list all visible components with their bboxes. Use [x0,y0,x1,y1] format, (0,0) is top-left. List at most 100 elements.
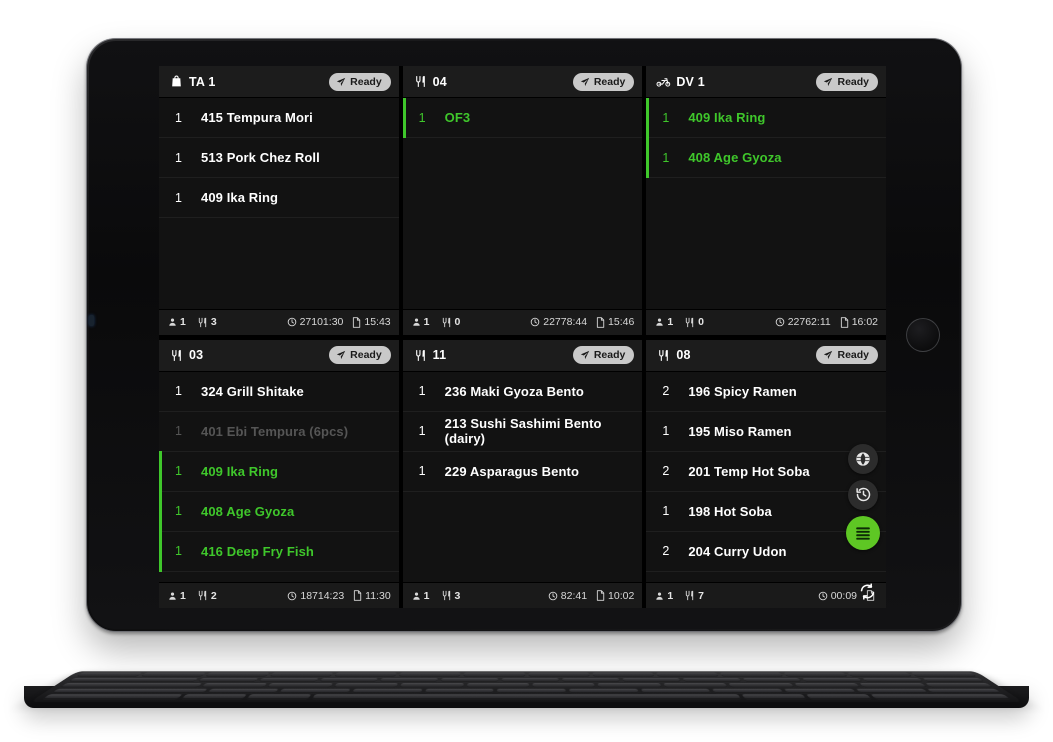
keyboard-key[interactable] [806,694,872,699]
keyboard-key[interactable] [197,677,259,682]
order-item-name: 408 Age Gyoza [688,150,782,165]
elapsed-time-value: 18714:23 [300,589,345,602]
order-item-row[interactable]: 1 OF3 [402,98,643,138]
keyboard-key[interactable] [279,688,351,693]
order-card: 04 Ready 1 OF3 1 0 22778:44 15:46 [402,66,643,335]
order-item-name: 213 Sushi Sashimi Bento (dairy) [444,416,602,446]
keyboard-key[interactable] [312,694,741,699]
keyboard-row [51,688,1002,693]
keyboard-key[interactable] [794,683,861,688]
keyboard-key[interactable] [663,683,728,688]
keyboard-key[interactable] [206,688,279,693]
ready-button[interactable]: Ready [816,72,878,91]
keyboard-key[interactable] [51,688,208,693]
order-item-row[interactable]: 1 408 Age Gyoza [159,490,399,532]
order-item-row[interactable]: 1 229 Asparagus Bento [402,451,643,492]
order-item-qty: 1 [175,190,182,205]
ready-button[interactable]: Ready [329,346,391,364]
keyboard-key[interactable] [783,688,857,693]
order-item-row[interactable]: 1 236 Maki Gyoza Bento [402,371,643,412]
keyboard-key[interactable] [532,683,596,688]
keyboard-key[interactable] [741,694,807,699]
keyboard-key[interactable] [380,677,439,682]
keyboard-key[interactable] [622,677,681,682]
keyboard-key[interactable] [424,688,494,693]
keyboard-key[interactable] [859,683,927,688]
order-item-row[interactable]: 1 415 Tempura Mori [159,98,399,138]
order-board: TA 1 Ready 1 415 Tempura Mori 1 513 Pork Chez… [159,66,886,608]
order-item-row[interactable]: 1 401 Ebi Tempura (6pcs) [159,411,399,452]
order-item-row[interactable]: 1 408 Age Gyoza [646,137,886,178]
keyboard-key[interactable] [569,688,639,693]
order-item-row[interactable]: 1 409 Ika Ring [159,178,399,218]
keyboard-key[interactable] [68,677,199,682]
keyboard-key[interactable] [728,683,794,688]
order-item-row[interactable]: 1 213 Sushi Sashimi Bento (dairy) [402,411,643,452]
keyboard-key[interactable] [562,677,620,682]
keyboard-key[interactable] [528,672,590,677]
guest-count: 1 [655,316,673,328]
order-item-row[interactable]: 1 416 Deep Fry Fish [159,530,399,572]
keyboard-key[interactable] [640,688,712,693]
keyboard-key[interactable] [334,672,398,677]
ready-button[interactable]: Ready [816,346,878,364]
home-button[interactable] [906,318,940,352]
keyboard-key[interactable] [441,677,499,682]
keyboard-key[interactable] [501,677,559,682]
keyboard-key[interactable] [862,677,924,682]
history-button[interactable] [848,479,878,510]
order-item-list: 1 324 Grill Shitake 1 401 Ebi Tempura (6pcs… [159,371,399,583]
keyboard-key[interactable] [783,672,848,677]
keyboard-key[interactable] [319,677,379,682]
order-item-row[interactable]: 2 196 Spicy Ramen [646,371,886,412]
ready-button[interactable]: Ready [329,72,391,91]
order-item-qty: 1 [175,150,182,165]
keyboard-key[interactable] [351,688,423,693]
keyboard-key[interactable] [400,683,464,688]
keyboard-key[interactable] [205,672,270,677]
keyboard-deck[interactable] [30,671,1023,702]
keyboard-key[interactable] [42,694,183,699]
keyboard-key[interactable] [655,672,719,677]
keyboard-key[interactable] [141,672,207,677]
keyboard-key[interactable] [270,672,334,677]
keyboard-key[interactable] [399,672,461,677]
keyboard-key[interactable] [333,683,399,688]
keyboard-key[interactable] [910,672,977,677]
keyboard-key[interactable] [592,672,654,677]
globe-button[interactable] [848,443,878,474]
order-item-qty: 1 [662,424,670,438]
keyboard-key[interactable] [466,683,529,688]
keyboard-key[interactable] [719,672,783,677]
keyboard-key[interactable] [258,677,319,682]
order-item-row[interactable]: 1 513 Pork Chez Roll [159,138,399,178]
ready-button[interactable]: Ready [572,72,635,91]
order-item-row[interactable]: 1 324 Grill Shitake [159,371,399,412]
keyboard-key[interactable] [181,694,247,699]
keyboard-key[interactable] [847,672,913,677]
keyboard-key[interactable] [497,688,566,693]
refresh-button[interactable] [856,583,878,605]
keyboard-key[interactable] [76,672,143,677]
course-count-value: 7 [698,589,705,602]
keyboard-key[interactable] [463,672,525,677]
keyboard-key[interactable] [802,677,863,682]
keyboard-key[interactable] [267,683,333,688]
keyboard-key[interactable] [922,677,985,682]
order-item-row[interactable]: 1 409 Ika Ring [159,450,399,492]
keyboard-key[interactable] [742,677,803,682]
list-view-button[interactable] [846,515,880,550]
keyboard-key[interactable] [60,683,202,688]
course-count-value: 3 [210,316,217,328]
ready-button[interactable]: Ready [572,346,635,364]
order-item-row[interactable]: 1 409 Ika Ring [646,98,886,138]
keyboard-key[interactable] [682,677,742,682]
keyboard-key[interactable] [598,683,662,688]
keyboard-key[interactable] [246,694,312,699]
keyboard-key[interactable] [712,688,784,693]
keyboard-key[interactable] [201,683,268,688]
keyboard-key[interactable] [855,688,929,693]
receipt-icon [840,316,849,328]
order-item-name: 204 Curry Udon [688,543,787,559]
attached-keyboard[interactable] [24,630,1029,722]
